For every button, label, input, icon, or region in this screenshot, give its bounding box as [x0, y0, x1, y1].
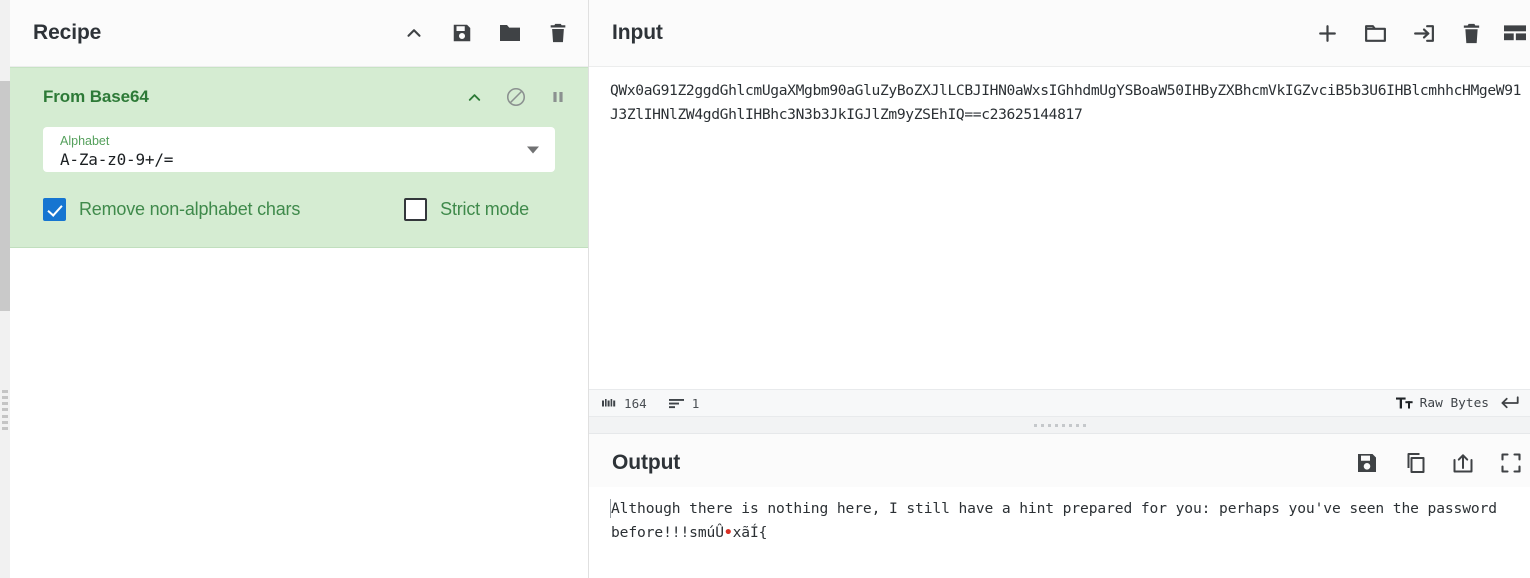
output-section: Output Although there is nothing here, I…: [589, 434, 1530, 578]
arrow-into-box-icon: [1413, 24, 1434, 42]
lines-icon: [668, 398, 684, 408]
input-text[interactable]: QWx0aG91Z2ggdGhlcmUgaXMgbm90aGluZyBoZXJl…: [589, 79, 1530, 127]
maximise-output-button[interactable]: [1496, 448, 1526, 478]
recipe-operation-list: From Base64 Alphabet A-Za-z0-9+/= Remove…: [10, 67, 588, 578]
save-recipe-button[interactable]: [449, 20, 475, 46]
remove-non-alphabet-chars-checkbox[interactable]: Remove non-alphabet chars: [43, 198, 300, 221]
load-recipe-button[interactable]: [497, 20, 523, 46]
open-file-as-input-button[interactable]: [1408, 18, 1438, 48]
floppy-disk-icon: [1358, 453, 1376, 472]
output-cursor: [610, 499, 611, 518]
input-length-status[interactable]: 164: [602, 396, 647, 411]
alphabet-label: Alphabet: [60, 134, 110, 148]
clear-recipe-button[interactable]: [545, 20, 571, 46]
font-size-icon: [1395, 397, 1413, 409]
input-status-right: Raw Bytes: [1395, 391, 1524, 415]
operation-from-base64[interactable]: From Base64 Alphabet A-Za-z0-9+/= Remove…: [10, 67, 588, 248]
return-arrow-icon: [1501, 396, 1519, 409]
upload-box-icon: [1453, 453, 1473, 472]
save-output-button[interactable]: [1352, 448, 1382, 478]
recipe-toolbar: [401, 20, 571, 46]
input-header: Input: [589, 0, 1530, 67]
open-folder-as-input-button[interactable]: [1360, 18, 1390, 48]
input-title: Input: [612, 21, 663, 44]
abc-icon: [602, 398, 616, 406]
cyberchef-app: Recipe From Base64 Alphabet A-Za-z0-9+/=…: [0, 0, 1530, 578]
output-header: Output: [589, 434, 1530, 487]
output-text[interactable]: Although there is nothing here, I still …: [589, 497, 1530, 545]
recipe-title: Recipe: [33, 21, 102, 44]
operations-scrollbar[interactable]: [0, 0, 10, 578]
strict-mode-checkbox[interactable]: Strict mode: [404, 198, 529, 221]
input-status-bar: 164 1 Raw Bytes: [589, 389, 1530, 417]
trash-icon: [1463, 23, 1479, 43]
disable-operation-button[interactable]: [503, 84, 529, 110]
alphabet-value: A-Za-z0-9+/=: [60, 150, 174, 169]
collapse-operation-button[interactable]: [461, 84, 487, 110]
fullscreen-icon: [1501, 452, 1521, 473]
pause-icon: [553, 92, 563, 102]
input-encoding-status[interactable]: Raw Bytes: [1395, 395, 1489, 411]
output-editor[interactable]: Although there is nothing here, I still …: [589, 487, 1530, 578]
input-length-value: 164: [624, 395, 647, 411]
chevron-up-icon: [468, 93, 480, 101]
output-control-char: •: [723, 524, 733, 541]
input-lines-status[interactable]: 1: [668, 395, 700, 411]
alphabet-select[interactable]: Alphabet A-Za-z0-9+/=: [43, 127, 555, 172]
recipe-header: Recipe: [10, 0, 588, 67]
set-breakpoint-button[interactable]: [545, 84, 571, 110]
operation-title: From Base64: [43, 87, 149, 106]
io-column: Input QWx0aG91Z2ggdGhlcmUgaXMgbm90aGluZy…: [589, 0, 1530, 578]
trash-icon: [550, 23, 566, 43]
io-splitter[interactable]: [589, 417, 1530, 434]
remove-non-alphabet-chars-label: Remove non-alphabet chars: [79, 199, 301, 219]
add-input-tab-button[interactable]: [1312, 18, 1342, 48]
checkbox-unchecked-icon[interactable]: [404, 198, 428, 221]
input-editor[interactable]: QWx0aG91Z2ggdGhlcmUgaXMgbm90aGluZyBoZXJl…: [589, 67, 1530, 389]
folder-icon: [500, 25, 520, 41]
clear-input-button[interactable]: [1456, 18, 1486, 48]
recipe-pane: Recipe From Base64 Alphabet A-Za-z0-9+/=…: [10, 0, 589, 578]
checkbox-checked-icon[interactable]: [43, 198, 66, 221]
folder-icon: [1364, 24, 1386, 42]
collapse-recipe-button[interactable]: [401, 20, 427, 46]
circle-slash-icon: [506, 87, 526, 107]
operation-header: From Base64: [27, 84, 571, 110]
chevron-down-icon[interactable]: [527, 146, 539, 153]
operation-toolbar: [461, 84, 571, 110]
input-section: Input QWx0aG91Z2ggdGhlcmUgaXMgbm90aGluZy…: [589, 0, 1530, 417]
input-line-ending-button[interactable]: [1498, 391, 1524, 415]
output-toolbar: [1352, 448, 1530, 478]
replace-input-with-output-button[interactable]: [1448, 448, 1478, 478]
operations-pane-resize-grip[interactable]: [2, 390, 8, 430]
input-encoding-value: Raw Bytes: [1419, 395, 1489, 411]
input-lines-value: 1: [691, 395, 700, 411]
output-text-after: xãÍ{: [732, 524, 768, 541]
panel-layout-icon: [1504, 25, 1526, 41]
chevron-up-icon: [407, 29, 421, 37]
copy-output-button[interactable]: [1400, 448, 1430, 478]
strict-mode-label: Strict mode: [440, 199, 529, 219]
copy-icon: [1407, 452, 1425, 473]
operations-scrollbar-thumb[interactable]: [0, 81, 10, 311]
plus-icon: [1318, 24, 1336, 42]
input-toolbar: [1312, 18, 1530, 48]
operation-checkbox-row: Remove non-alphabet chars Strict mode: [43, 198, 555, 221]
output-title: Output: [612, 450, 681, 474]
splitter-grip-icon: [1033, 423, 1086, 427]
input-tabs-layout-button[interactable]: [1504, 18, 1526, 48]
floppy-disk-icon: [453, 24, 471, 42]
